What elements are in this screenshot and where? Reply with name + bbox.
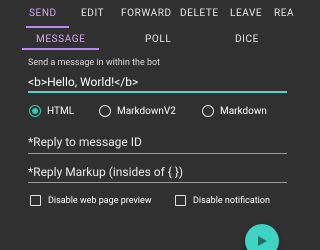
checkbox-icon — [175, 195, 186, 206]
radio-markdownv2-label: MarkdownV2 — [117, 105, 176, 117]
tab-message[interactable]: MESSAGE — [36, 34, 85, 45]
checkbox-icon — [30, 195, 41, 206]
checkbox-disable-notification-label: Disable notification — [193, 195, 270, 206]
radio-markdownv2[interactable]: MarkdownV2 — [99, 105, 176, 117]
tab-send[interactable]: SEND — [29, 8, 57, 19]
send-button[interactable] — [245, 224, 279, 250]
tab-edit[interactable]: EDIT — [81, 8, 104, 19]
radio-html[interactable]: HTML — [29, 105, 74, 117]
message-field-label: Send a message in within the bot — [28, 58, 161, 68]
reply-markup-input[interactable]: *Reply Markup (insides of { }) — [28, 165, 183, 179]
message-input-underline — [28, 91, 287, 93]
send-icon — [258, 236, 267, 246]
tab-dice[interactable]: DICE — [235, 34, 259, 45]
radio-checked-icon — [29, 105, 41, 117]
checkbox-disable-web-preview[interactable]: Disable web page preview — [30, 195, 152, 206]
reply-to-underline — [28, 153, 287, 154]
tab-read[interactable]: REA — [274, 8, 294, 19]
tab-delete[interactable]: DELETE — [180, 8, 219, 19]
radio-unchecked-icon — [202, 105, 214, 117]
checkbox-disable-web-preview-label: Disable web page preview — [48, 195, 152, 206]
sub-tab-bar: MESSAGE POLL DICE — [0, 28, 315, 50]
radio-markdown[interactable]: Markdown — [202, 105, 267, 117]
reply-to-input[interactable]: *Reply to message ID — [28, 135, 142, 149]
radio-html-label: HTML — [47, 105, 75, 117]
radio-unchecked-icon — [99, 105, 111, 117]
radio-markdown-label: Markdown — [220, 105, 267, 117]
app-root: SEND EDIT FORWARD DELETE LEAVE REA MESSA… — [0, 0, 315, 250]
top-tab-bar: SEND EDIT FORWARD DELETE LEAVE REA — [0, 0, 315, 28]
message-input[interactable] — [28, 72, 286, 92]
tab-poll[interactable]: POLL — [145, 34, 171, 45]
checkbox-disable-notification[interactable]: Disable notification — [175, 195, 270, 206]
active-subtab-indicator — [22, 48, 99, 50]
reply-markup-underline — [28, 182, 287, 183]
tab-leave[interactable]: LEAVE — [230, 8, 262, 19]
tab-forward[interactable]: FORWARD — [121, 8, 172, 19]
